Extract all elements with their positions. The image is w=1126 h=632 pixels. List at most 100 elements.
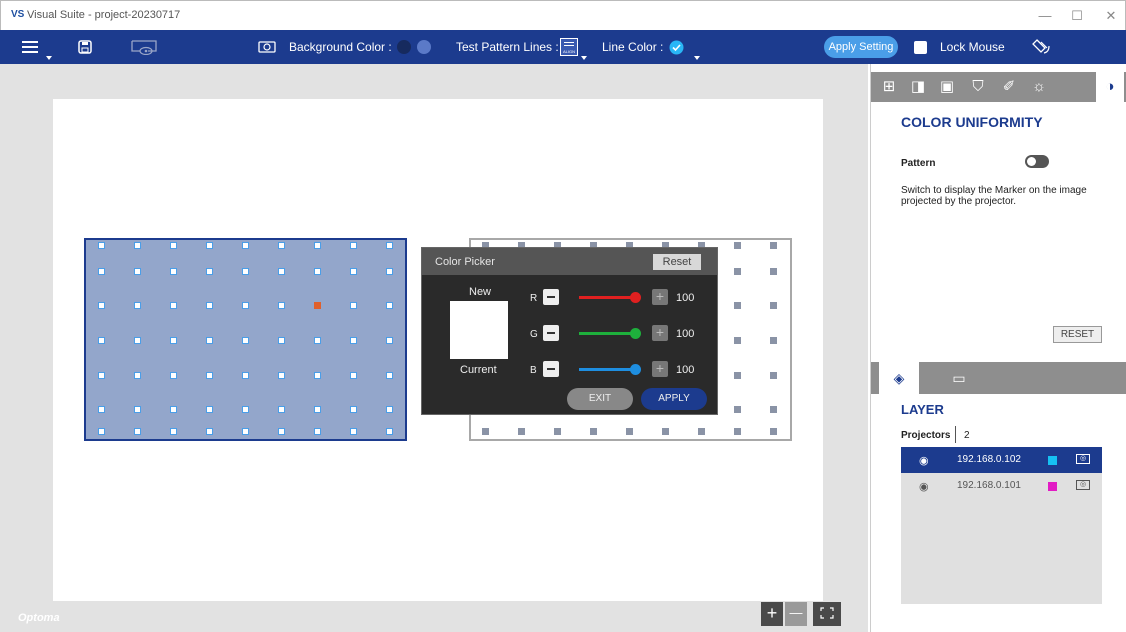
- alignment-marker[interactable]: [350, 372, 357, 379]
- alignment-marker[interactable]: [170, 268, 177, 275]
- alignment-marker[interactable]: [206, 337, 213, 344]
- alignment-marker[interactable]: [170, 302, 177, 309]
- menu-button[interactable]: [22, 30, 38, 64]
- red-slider-track[interactable]: [579, 296, 635, 299]
- alignment-marker[interactable]: [206, 268, 213, 275]
- color-picker-reset-button[interactable]: Reset: [653, 254, 701, 270]
- projector-row[interactable]: ◉ 192.168.0.102 ◎: [901, 447, 1102, 473]
- selected-marker[interactable]: [314, 302, 321, 309]
- line-color-button[interactable]: [669, 30, 684, 64]
- alignment-marker[interactable]: [518, 428, 525, 435]
- alignment-marker[interactable]: [242, 268, 249, 275]
- tab-mask[interactable]: ⛉: [964, 72, 992, 102]
- alignment-marker[interactable]: [134, 372, 141, 379]
- alignment-marker[interactable]: [98, 337, 105, 344]
- pattern-toggle[interactable]: [1025, 155, 1049, 168]
- color-uniformity-reset-button[interactable]: RESET: [1053, 326, 1102, 343]
- tab-brightness[interactable]: ☼: [1025, 72, 1053, 102]
- alignment-marker[interactable]: [242, 428, 249, 435]
- alignment-marker[interactable]: [206, 406, 213, 413]
- alignment-marker[interactable]: [170, 372, 177, 379]
- alignment-marker[interactable]: [278, 406, 285, 413]
- alignment-marker[interactable]: [350, 268, 357, 275]
- alignment-marker[interactable]: [770, 337, 777, 344]
- alignment-marker[interactable]: [314, 242, 321, 249]
- visibility-eye-icon[interactable]: ◉: [919, 480, 929, 493]
- alignment-marker[interactable]: [734, 372, 741, 379]
- alignment-marker[interactable]: [242, 337, 249, 344]
- alignment-marker[interactable]: [350, 337, 357, 344]
- alignment-marker[interactable]: [386, 337, 393, 344]
- alignment-marker[interactable]: [734, 242, 741, 249]
- alignment-marker[interactable]: [98, 428, 105, 435]
- alignment-marker[interactable]: [98, 302, 105, 309]
- alignment-marker[interactable]: [278, 242, 285, 249]
- test-pattern-button[interactable]: ALIGN: [560, 30, 578, 64]
- alignment-marker[interactable]: [734, 406, 741, 413]
- projector-icon-button[interactable]: [258, 30, 276, 64]
- alignment-marker[interactable]: [206, 428, 213, 435]
- alignment-marker[interactable]: [386, 406, 393, 413]
- alignment-marker[interactable]: [698, 428, 705, 435]
- alignment-marker[interactable]: [662, 428, 669, 435]
- minimize-button[interactable]: —: [1035, 7, 1055, 25]
- alignment-marker[interactable]: [386, 372, 393, 379]
- alignment-marker[interactable]: [278, 268, 285, 275]
- apply-setting-button[interactable]: Apply Setting: [824, 36, 898, 58]
- projector-row[interactable]: ◉ 192.168.0.101 ◎: [901, 473, 1102, 499]
- preview-button[interactable]: [130, 30, 160, 64]
- tab-color-edit[interactable]: ✐: [995, 72, 1023, 102]
- close-button[interactable]: ✕: [1101, 7, 1121, 25]
- alignment-marker[interactable]: [350, 428, 357, 435]
- projector-color-swatch[interactable]: [1048, 482, 1057, 491]
- green-slider-knob[interactable]: [630, 328, 641, 339]
- alignment-marker[interactable]: [242, 406, 249, 413]
- alignment-marker[interactable]: [770, 428, 777, 435]
- alignment-marker[interactable]: [770, 406, 777, 413]
- alignment-marker[interactable]: [278, 302, 285, 309]
- alignment-marker[interactable]: [314, 406, 321, 413]
- alignment-marker[interactable]: [134, 406, 141, 413]
- alignment-marker[interactable]: [770, 302, 777, 309]
- rotate-button[interactable]: [1031, 30, 1051, 64]
- alignment-marker[interactable]: [350, 302, 357, 309]
- alignment-marker[interactable]: [350, 242, 357, 249]
- alignment-marker[interactable]: [734, 268, 741, 275]
- alignment-marker[interactable]: [170, 242, 177, 249]
- alignment-marker[interactable]: [482, 428, 489, 435]
- alignment-marker[interactable]: [242, 302, 249, 309]
- save-button[interactable]: [78, 30, 92, 64]
- alignment-marker[interactable]: [278, 337, 285, 344]
- blue-slider-track[interactable]: [579, 368, 635, 371]
- red-decrease-button[interactable]: [543, 289, 559, 305]
- alignment-marker[interactable]: [386, 428, 393, 435]
- alignment-marker[interactable]: [278, 372, 285, 379]
- visibility-eye-icon[interactable]: ◉: [919, 454, 929, 467]
- alignment-marker[interactable]: [206, 242, 213, 249]
- tab-projector-settings[interactable]: ▭: [939, 362, 979, 394]
- lock-mouse-checkbox[interactable]: [914, 41, 927, 54]
- alignment-marker[interactable]: [314, 372, 321, 379]
- alignment-marker[interactable]: [170, 428, 177, 435]
- alignment-marker[interactable]: [98, 242, 105, 249]
- red-increase-button[interactable]: +: [652, 289, 668, 305]
- alignment-marker[interactable]: [386, 268, 393, 275]
- projector-icon[interactable]: ◎: [1076, 480, 1090, 490]
- tab-grid[interactable]: ⊞: [875, 72, 903, 102]
- green-decrease-button[interactable]: [543, 325, 559, 341]
- green-slider-track[interactable]: [579, 332, 635, 335]
- alignment-marker[interactable]: [770, 372, 777, 379]
- blue-decrease-button[interactable]: [543, 361, 559, 377]
- green-increase-button[interactable]: +: [652, 325, 668, 341]
- alignment-marker[interactable]: [134, 337, 141, 344]
- alignment-marker[interactable]: [170, 406, 177, 413]
- alignment-marker[interactable]: [206, 302, 213, 309]
- projector-icon[interactable]: ◎: [1076, 454, 1090, 464]
- alignment-marker[interactable]: [770, 268, 777, 275]
- alignment-marker[interactable]: [386, 302, 393, 309]
- alignment-marker[interactable]: [734, 302, 741, 309]
- projector-color-swatch[interactable]: [1048, 456, 1057, 465]
- alignment-marker[interactable]: [314, 337, 321, 344]
- apply-button[interactable]: APPLY: [641, 388, 707, 410]
- alignment-marker[interactable]: [554, 428, 561, 435]
